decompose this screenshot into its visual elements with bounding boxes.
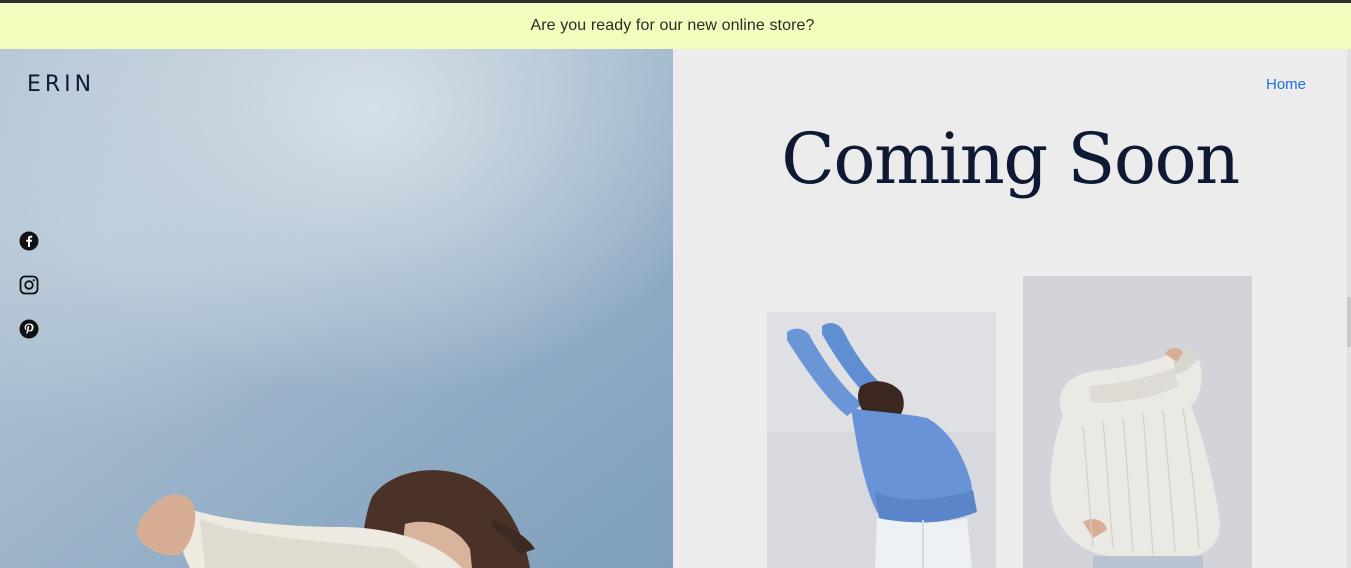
product-photo-white-sweater <box>1023 276 1252 568</box>
hero-image <box>0 49 673 568</box>
product-photo-blue-sweater <box>767 312 996 568</box>
pinterest-icon[interactable] <box>19 319 39 339</box>
scrollbar[interactable] <box>1347 49 1351 568</box>
instagram-icon[interactable] <box>19 275 39 295</box>
scrollbar-thumb[interactable] <box>1347 297 1351 347</box>
announcement-text: Are you ready for our new online store? <box>530 17 815 34</box>
page-title: Coming Soon <box>781 118 1240 200</box>
announcement-bar: Are you ready for our new online store? <box>0 3 1351 49</box>
brand-logo[interactable]: ERIN <box>27 72 95 97</box>
nav-home-link[interactable]: Home <box>1266 76 1306 93</box>
facebook-icon[interactable] <box>19 231 39 251</box>
